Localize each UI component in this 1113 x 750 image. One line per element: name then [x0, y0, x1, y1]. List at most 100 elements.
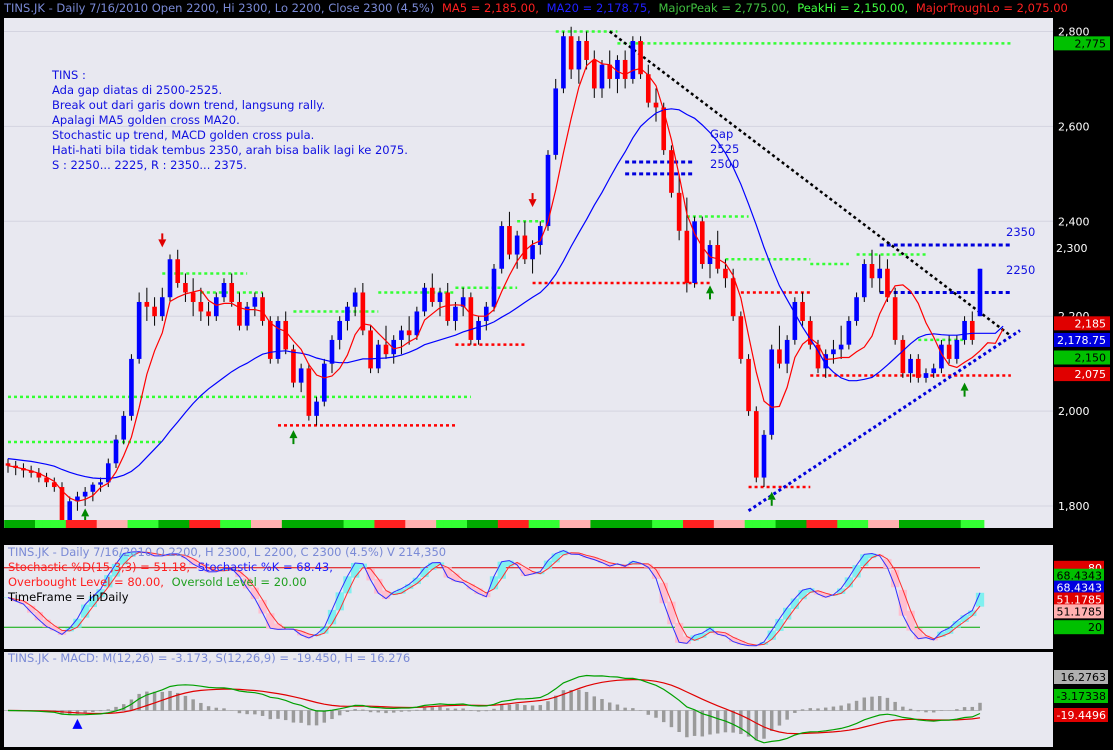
candle-body — [499, 226, 505, 269]
trend-strip-cell — [235, 520, 244, 528]
candle-body — [908, 358, 913, 374]
trend-strip-cell — [204, 520, 213, 528]
trend-strip-cell — [382, 520, 391, 528]
trend-strip-cell — [258, 520, 267, 528]
header-line: TINS.JK - Daily 7/16/2010 Open 2200, Hi … — [3, 1, 1068, 15]
trend-strip-cell — [274, 520, 283, 528]
price-tick-label: 2,000 — [1058, 405, 1090, 418]
trend-strip-cell — [420, 520, 429, 528]
candle-body — [969, 320, 975, 340]
trend-strip-cell — [89, 520, 98, 528]
trend-strip-cell — [613, 520, 622, 528]
trend-strip-cell — [467, 520, 476, 528]
candle-body — [877, 268, 883, 279]
trend-strip-cell — [575, 520, 584, 528]
trend-strip-cell — [683, 520, 692, 528]
trend-strip-cell — [143, 520, 152, 528]
trend-strip-cell — [906, 520, 915, 528]
header-ma20: MA20 = 2,178.75, — [547, 1, 651, 15]
candle-body — [129, 358, 134, 416]
trend-strip-cell — [605, 520, 615, 528]
candle-body — [676, 192, 682, 231]
trend-strip-cell — [451, 520, 460, 528]
price-badge-label: 2,075 — [1075, 368, 1107, 381]
candle-body — [946, 344, 952, 359]
candle-body — [283, 320, 289, 350]
trend-strip-cell — [173, 520, 183, 528]
trend-strip-cell — [305, 520, 314, 528]
candle-body — [553, 88, 559, 155]
candle-body — [514, 235, 520, 255]
month-label: Jun — [764, 530, 782, 543]
trend-strip-cell — [845, 520, 854, 528]
candle-body — [645, 74, 651, 103]
stoch-badges: 8068.434368.434351.178551.178520 — [1054, 560, 1104, 635]
macd-title: TINS.JK - MACD: M(12,26) = -3.173, S(12,… — [7, 651, 410, 665]
trend-strip-cell — [775, 520, 784, 528]
month-label: 2010 — [103, 530, 131, 543]
candle-body — [591, 59, 597, 89]
trend-strip-cell — [760, 520, 769, 528]
price-tick-label: 1,800 — [1058, 500, 1090, 513]
candle-body — [923, 373, 929, 378]
month-label: May — [642, 530, 665, 543]
trend-strip-cell — [227, 520, 237, 528]
candle-body — [291, 349, 296, 383]
trend-strip-cell — [636, 520, 645, 528]
trend-strip-cell — [582, 520, 591, 528]
note-line: TINS : — [51, 68, 86, 82]
trend-strip-cell — [443, 520, 453, 528]
candle-body — [167, 259, 173, 298]
trend-strip-cell — [976, 520, 985, 528]
trend-strip-cell — [536, 520, 545, 528]
candle-body — [113, 439, 119, 464]
trend-strip-cell — [112, 520, 121, 528]
trend-strip-cell — [945, 520, 954, 528]
price-badge-label: 2,185 — [1075, 317, 1107, 330]
candle-body — [375, 344, 381, 369]
candle-body — [414, 311, 420, 336]
trend-strip-cell — [158, 520, 167, 528]
trend-strip-cell — [366, 520, 375, 528]
stoch-badge-label: 51.1785 — [1057, 605, 1103, 618]
candle-body — [399, 330, 404, 340]
month-label: December — [6, 530, 64, 543]
candle-body — [298, 368, 304, 383]
candle-body — [699, 221, 705, 265]
candle-body — [175, 259, 181, 283]
trend-strip-cell — [929, 520, 939, 528]
candle-body — [576, 40, 582, 70]
candle-body — [368, 330, 373, 369]
candle-body — [746, 358, 751, 412]
candle-body — [730, 278, 736, 317]
chart-canvas: TINS.JK - Daily 7/16/2010 Open 2200, Hi … — [2, 1, 1110, 747]
trend-strip-cell — [567, 520, 576, 528]
trend-strip-cell — [629, 520, 638, 528]
candle-body — [715, 245, 721, 269]
trend-strip-cell — [837, 520, 846, 528]
trend-strip-cell — [806, 520, 815, 528]
candle-body — [854, 297, 859, 321]
candle-body — [838, 344, 844, 350]
candle-body — [723, 268, 728, 279]
month-label: April — [500, 530, 525, 543]
trend-strip-cell — [937, 520, 946, 528]
candle-body — [136, 301, 142, 359]
price-tick-label: 2,600 — [1058, 120, 1090, 133]
trend-strip-cell — [127, 520, 136, 528]
candle-body — [761, 434, 767, 478]
candle-body — [159, 297, 165, 317]
candle-body — [98, 482, 103, 485]
trend-strip-cell — [891, 520, 900, 528]
trend-strip-cell — [814, 520, 823, 528]
month-label: March — [357, 530, 391, 543]
trend-strip-cell — [960, 520, 969, 528]
candle-body — [777, 349, 782, 364]
trend-strip-cell — [4, 520, 13, 528]
candle-body — [337, 320, 343, 340]
chart-window: TINS.JK - Daily 7/16/2010 Open 2200, Hi … — [0, 0, 1113, 750]
candle-body — [329, 339, 335, 364]
candle-body — [653, 102, 659, 108]
trend-strip-cell — [119, 520, 129, 528]
stoch-legend-line: Stochastic %D(15,3,3) = 51.18, Stochasti… — [8, 560, 333, 574]
